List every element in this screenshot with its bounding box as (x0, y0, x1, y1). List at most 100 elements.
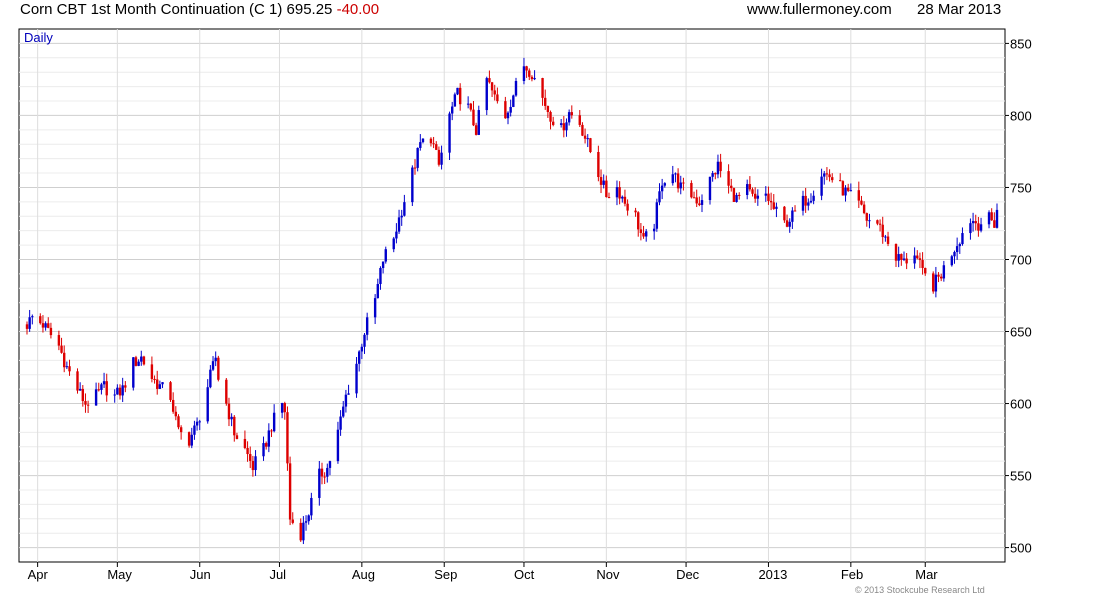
x-tick-label: Apr (28, 567, 49, 582)
candle-body (68, 366, 71, 372)
y-tick-label: 650 (1010, 325, 1032, 340)
candle-body (583, 135, 587, 139)
candle-body (158, 384, 162, 389)
candle-body (488, 78, 491, 83)
candle-body (506, 112, 510, 119)
candle-body (934, 274, 938, 292)
candle-body (94, 389, 98, 406)
candle-body (700, 200, 704, 205)
x-tick-label: Nov (596, 567, 620, 582)
candle-body (663, 183, 667, 186)
candle-body (597, 151, 600, 178)
candle-body (682, 182, 685, 184)
candle-body (549, 112, 552, 122)
candle-body (161, 382, 164, 385)
candle-body (825, 173, 829, 175)
candle-body (270, 430, 273, 432)
candle-body (190, 434, 193, 446)
y-tick-label: 800 (1010, 108, 1032, 123)
candle-body (195, 421, 199, 426)
candle-body (876, 220, 879, 224)
candle-body (618, 187, 621, 199)
candle-body (78, 388, 82, 391)
interval-label: Daily (24, 30, 53, 45)
candle-body (490, 82, 494, 91)
candle-body (660, 185, 664, 192)
candle-body (57, 335, 61, 346)
candle-body (174, 411, 178, 417)
candle-body (264, 443, 268, 447)
candle-body (692, 197, 696, 199)
y-tick-label: 550 (1010, 469, 1032, 484)
x-tick-label: Oct (514, 567, 535, 582)
candle-body (751, 189, 754, 194)
candle-body (440, 152, 443, 165)
candle-body (395, 231, 398, 239)
candle-body (472, 109, 475, 126)
candle-body (820, 176, 823, 196)
candle-body (397, 217, 401, 232)
x-tick-label: 2013 (758, 567, 787, 582)
candle-body (360, 346, 364, 352)
candle-body (453, 94, 457, 107)
candle-body (807, 202, 810, 206)
candle-body (365, 317, 369, 335)
candle-body (65, 366, 69, 368)
candle-body (748, 184, 752, 190)
candle-body (102, 381, 106, 385)
candle-body (658, 191, 661, 203)
candle-body (485, 78, 488, 111)
candle-body (381, 261, 385, 269)
candle-body (690, 182, 693, 198)
candle-body (209, 369, 212, 388)
candle-body (831, 177, 834, 181)
candle-body (565, 122, 568, 131)
candle-body (900, 254, 903, 260)
candle-body (187, 432, 191, 446)
candle-body (47, 323, 50, 328)
candle-body (124, 385, 127, 388)
candle-body (932, 273, 935, 292)
candle-body (299, 522, 302, 541)
candle-body (942, 265, 946, 279)
candle-body (421, 138, 425, 143)
candle-body (844, 187, 847, 196)
candle-body (63, 352, 66, 368)
price-chart: 500 550 600 650 700 750 800 850 Apr May Jun Jul Aug… (18, 28, 1032, 582)
candle-body (496, 94, 499, 102)
candle-body (528, 70, 531, 77)
candle-body (97, 389, 100, 391)
candle-body (698, 203, 701, 205)
candle-body (735, 194, 738, 202)
candle-body (251, 460, 255, 471)
candle-body (939, 276, 943, 279)
candle-body (522, 66, 526, 81)
candle-body (671, 174, 674, 184)
candle-body (227, 403, 231, 420)
candle-body (937, 274, 940, 277)
candle-body (113, 394, 116, 396)
candle-body (514, 80, 518, 96)
candle-body (533, 78, 536, 80)
x-tick-label: Aug (352, 567, 375, 582)
candle-body (132, 357, 135, 388)
candle-body (376, 284, 379, 299)
x-tick-label: Jul (269, 567, 286, 582)
y-tick-label: 600 (1010, 397, 1032, 412)
candle-body (849, 190, 853, 192)
candle-body (512, 95, 515, 107)
candle-body (60, 345, 63, 353)
candle-body (979, 224, 983, 231)
candle-body (86, 404, 90, 406)
candle-body (177, 416, 180, 428)
candle-body (921, 260, 924, 268)
x-axis: Apr May Jun Jul Aug Sep Oct Nov Dec 2013 Feb Mar (28, 562, 938, 582)
candle-body (254, 456, 257, 471)
candle-body (249, 454, 252, 461)
candle-body (39, 316, 42, 324)
candle-body (727, 171, 730, 186)
candle-body (262, 443, 265, 457)
candle-body (652, 228, 656, 232)
candle-body (711, 173, 714, 177)
candle-body (586, 138, 589, 140)
